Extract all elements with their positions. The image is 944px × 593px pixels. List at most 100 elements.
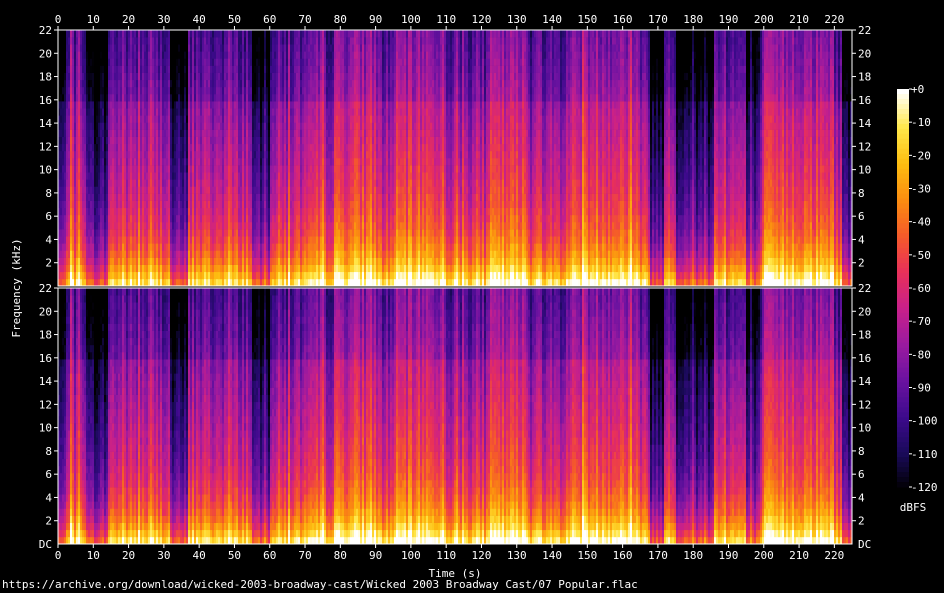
spectrogram-cell — [118, 58, 120, 66]
spectrogram-cell — [236, 250, 238, 258]
spectrogram-cell — [184, 165, 186, 173]
spectrogram-cell — [158, 108, 160, 116]
spectrogram-cell — [176, 101, 178, 109]
spectrogram-cell — [238, 150, 240, 159]
spectrogram-cell — [188, 30, 190, 38]
spectrogram-cell — [94, 65, 96, 73]
spectrogram-cell — [212, 207, 214, 216]
spectrogram-cell — [136, 193, 138, 201]
spectrogram-cell — [72, 193, 74, 201]
spectrogram-cell — [72, 158, 74, 166]
spectrogram-cell — [264, 86, 266, 95]
spectrogram-cell — [70, 172, 72, 180]
spectrogram-cell — [98, 150, 100, 159]
spectrogram-cell — [68, 193, 70, 201]
spectrogram-cell — [258, 158, 260, 166]
spectrogram-cell — [268, 158, 270, 166]
spectrogram-cell — [100, 51, 102, 59]
spectrogram-cell — [216, 271, 218, 280]
spectrogram-cell — [278, 136, 280, 145]
spectrogram-cell — [154, 236, 156, 244]
spectrogram-cell — [132, 65, 134, 73]
spectrogram-cell — [192, 94, 194, 102]
spectrogram-cell — [254, 179, 256, 187]
spectrogram-cell — [86, 58, 88, 66]
spectrogram-cell — [62, 222, 64, 230]
spectrogram-cell — [192, 207, 194, 216]
spectrogram-cell — [296, 179, 298, 187]
spectrogram-cell — [292, 222, 294, 230]
spectrogram-cell — [272, 236, 274, 244]
spectrogram-cell — [116, 30, 118, 38]
spectrogram-cell — [222, 243, 224, 251]
spectrogram-cell — [296, 278, 298, 287]
spectrogram-cell — [162, 101, 164, 109]
spectrogram-cell — [286, 278, 288, 287]
spectrogram-cell — [206, 229, 208, 237]
spectrogram-cell — [100, 257, 102, 265]
spectrogram-cell — [96, 158, 98, 166]
spectrogram-cell — [86, 229, 88, 237]
spectrogram-cell — [110, 150, 112, 159]
spectrogram-cell — [120, 79, 122, 88]
spectrogram-cell — [124, 271, 126, 280]
spectrogram-cell — [84, 200, 86, 209]
spectrogram-cell — [186, 129, 188, 137]
spectrogram-cell — [218, 179, 220, 187]
spectrogram-cell — [322, 37, 324, 45]
spectrogram-cell — [136, 101, 138, 109]
spectrogram-cell — [242, 86, 244, 95]
spectrogram-cell — [104, 186, 106, 194]
spectrogram-cell — [290, 257, 292, 265]
spectrogram-cell — [60, 129, 62, 137]
spectrogram-cell — [148, 200, 150, 209]
spectrogram-cell — [202, 58, 204, 66]
spectrogram-cell — [152, 243, 154, 251]
spectrogram-cell — [172, 129, 174, 137]
spectrogram-cell — [278, 165, 280, 173]
spectrogram-cell — [298, 129, 300, 137]
spectrogram-cell — [274, 186, 276, 194]
spectrogram-cell — [114, 158, 116, 166]
spectrogram-cell — [210, 136, 212, 145]
spectrogram-cell — [148, 122, 150, 130]
spectrogram-cell — [78, 278, 80, 287]
spectrogram-cell — [146, 79, 148, 88]
spectrogram-cell — [302, 44, 304, 52]
spectrogram-cell — [96, 30, 98, 38]
spectrogram-cell — [284, 158, 286, 166]
spectrogram-cell — [192, 65, 194, 73]
spectrogram-cell — [60, 79, 62, 88]
spectrogram-cell — [244, 186, 246, 194]
spectrogram-cell — [76, 172, 78, 180]
spectrogram-cell — [106, 72, 108, 81]
spectrogram-cell — [304, 200, 306, 209]
spectrogram-cell — [210, 250, 212, 258]
spectrogram-cell — [70, 264, 72, 273]
spectrogram-cell — [312, 108, 314, 116]
spectrogram-cell — [106, 158, 108, 166]
spectrogram-cell — [102, 200, 104, 209]
spectrogram-cell — [76, 30, 78, 38]
spectrogram-cell — [230, 150, 232, 159]
spectrogram-cell — [322, 271, 324, 280]
spectrogram-cell — [134, 165, 136, 173]
spectrogram-cell — [168, 186, 170, 194]
spectrogram-cell — [310, 250, 312, 258]
spectrogram-cell — [252, 158, 254, 166]
spectrogram-cell — [276, 115, 278, 123]
spectrogram-cell — [270, 79, 272, 88]
spectrogram-cell — [272, 243, 274, 251]
spectrogram-cell — [188, 165, 190, 173]
spectrogram-cell — [332, 207, 334, 216]
spectrogram-cell — [182, 51, 184, 59]
spectrogram-cell — [334, 243, 336, 251]
spectrogram-cell — [112, 136, 114, 145]
spectrogram-cell — [246, 65, 248, 73]
spectrogram-cell — [232, 207, 234, 216]
spectrogram-cell — [170, 222, 172, 230]
spectrogram-cell — [290, 222, 292, 230]
spectrogram-cell — [130, 172, 132, 180]
spectrogram-cell — [246, 229, 248, 237]
spectrogram-cell — [166, 143, 168, 152]
